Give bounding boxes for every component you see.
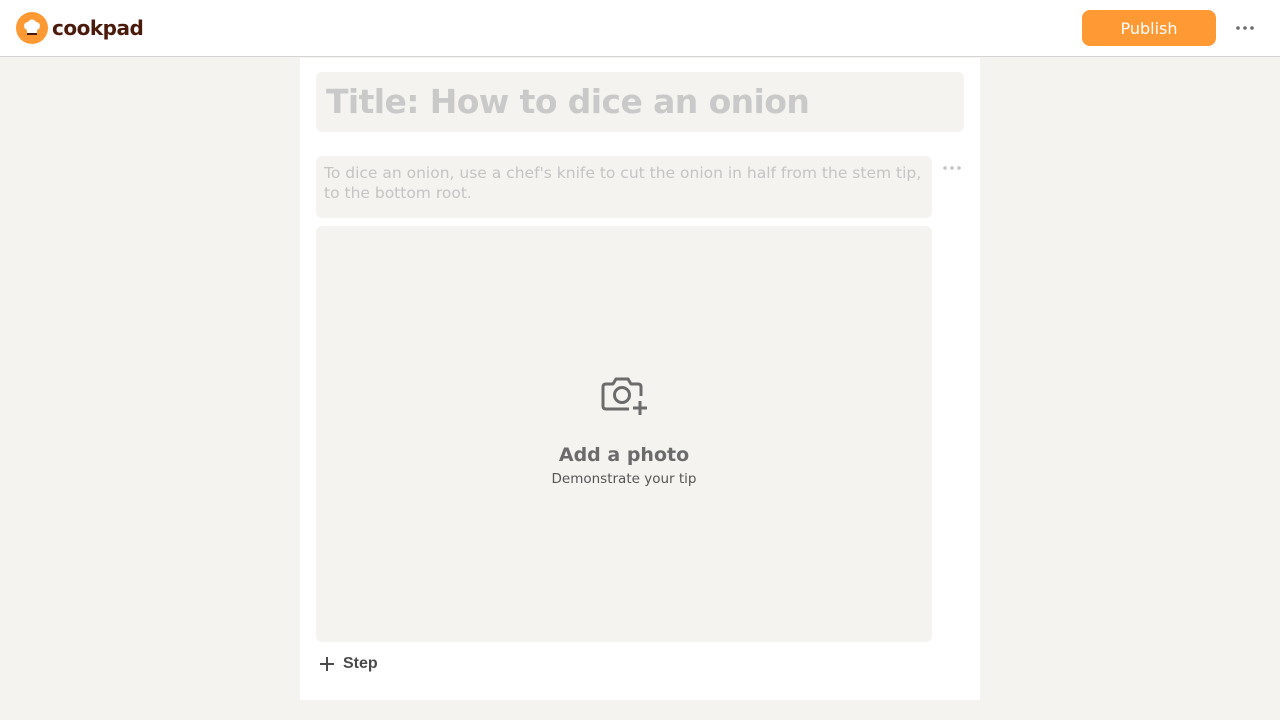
right-sidebar bbox=[996, 58, 1280, 720]
chef-hat-icon bbox=[16, 12, 48, 44]
cookpad-logo[interactable]: cookpad bbox=[16, 12, 144, 44]
camera-add-icon bbox=[601, 377, 647, 415]
description-input[interactable]: To dice an onion, use a chef's knife to … bbox=[324, 163, 924, 203]
more-options-button[interactable] bbox=[1230, 13, 1260, 43]
ellipsis-icon bbox=[1236, 26, 1254, 30]
plus-icon bbox=[320, 657, 334, 671]
publish-button[interactable]: Publish bbox=[1082, 10, 1216, 46]
description-field[interactable]: To dice an onion, use a chef's knife to … bbox=[316, 156, 932, 218]
left-sidebar bbox=[0, 58, 292, 720]
add-step-label: Step bbox=[343, 655, 378, 672]
add-photo-area[interactable]: Add a photo Demonstrate your tip bbox=[316, 226, 932, 642]
ellipsis-icon bbox=[943, 166, 961, 170]
top-bar: cookpad Publish bbox=[0, 0, 1280, 57]
logo-text: cookpad bbox=[52, 16, 144, 40]
title-field[interactable]: Title: How to dice an onion bbox=[316, 72, 964, 132]
tip-editor: Title: How to dice an onion To dice an o… bbox=[300, 58, 980, 700]
add-step-button[interactable]: Step bbox=[319, 650, 378, 678]
title-input[interactable]: Title: How to dice an onion bbox=[326, 82, 810, 122]
add-photo-subtitle: Demonstrate your tip bbox=[551, 471, 697, 487]
add-photo-title: Add a photo bbox=[558, 444, 690, 466]
description-options-button[interactable] bbox=[940, 158, 964, 178]
